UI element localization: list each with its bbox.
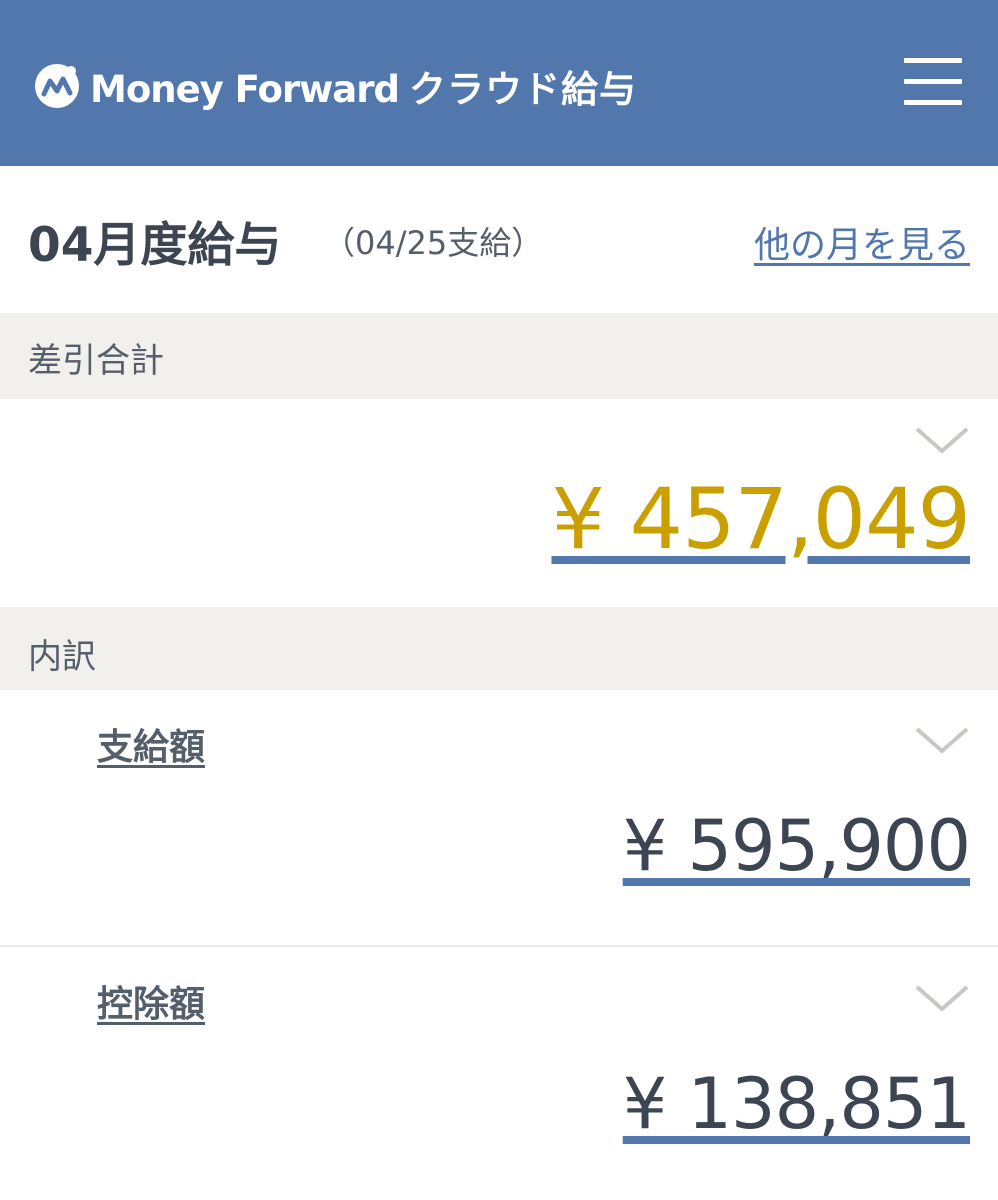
menu-line (904, 100, 962, 105)
net-total-section-header: 差引合計 (0, 313, 998, 399)
net-total-label: 差引合計 (28, 341, 164, 381)
menu-line (904, 58, 962, 63)
logo-text: Money Forward クラウド給与 (90, 59, 637, 113)
deduction-amount[interactable]: ¥ 138,851 (623, 1063, 971, 1145)
money-forward-logo[interactable]: Money Forward クラウド給与 (32, 56, 637, 116)
pay-date: （04/25支給） (323, 224, 544, 262)
product-name: クラウド給与 (409, 68, 637, 111)
net-total-amount[interactable]: ¥ 457,049 (551, 470, 971, 568)
chevron-down-icon[interactable] (914, 725, 970, 755)
payslip-title-row: 04月度給与 （04/25支給） 他の月を見る (0, 166, 998, 313)
other-month-link[interactable]: 他の月を見る (754, 216, 970, 268)
hamburger-menu-icon[interactable] (904, 56, 962, 106)
money-forward-logo-icon (35, 64, 79, 108)
payment-amount-label[interactable]: 支給額 (97, 718, 205, 770)
breakdown-section-header: 内訳 (0, 607, 998, 690)
chevron-down-icon[interactable] (914, 425, 970, 455)
chevron-down-icon[interactable] (914, 983, 970, 1013)
breakdown-label: 内訳 (28, 637, 96, 677)
divider (0, 945, 998, 947)
brand-name: Money Forward (90, 68, 400, 111)
page-title: 04月度給与 (28, 218, 282, 273)
menu-line (904, 79, 962, 84)
app-header: Money Forward クラウド給与 (0, 0, 998, 166)
deduction-amount-label[interactable]: 控除額 (97, 975, 205, 1027)
payment-amount[interactable]: ¥ 595,900 (623, 805, 971, 887)
